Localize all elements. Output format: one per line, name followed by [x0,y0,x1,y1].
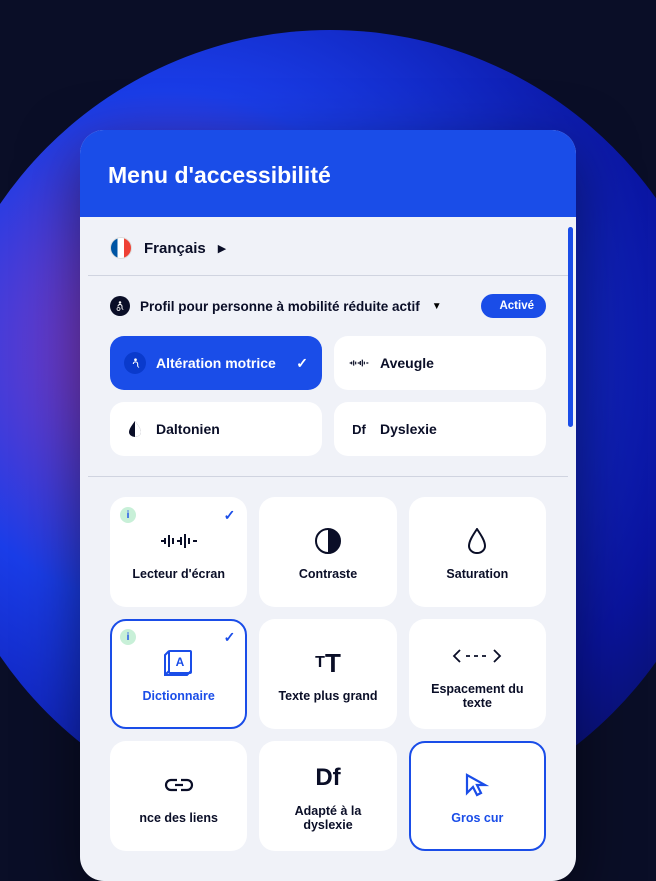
scrollbar[interactable] [568,227,573,427]
svg-text:A: A [175,655,184,669]
feature-bigger-text[interactable]: TT Texte plus grand [259,619,396,729]
card-label: Dictionnaire [143,689,215,703]
card-label: Adapté à la dyslexie [269,804,386,832]
df-icon: Df [315,762,340,794]
profile-pill-label: Aveugle [380,355,434,371]
accessibility-icon [110,296,130,316]
profile-pill-label: Dyslexie [380,421,437,437]
drop-icon [467,525,487,557]
toggle-label: Activé [499,300,534,312]
feature-dictionary[interactable]: i ✓ A Dictionnaire [110,619,247,729]
card-label: Lecteur d'écran [132,567,225,581]
card-label: Espacement du texte [419,682,536,710]
feature-contrast[interactable]: Contraste [259,497,396,607]
profile-blind[interactable]: Aveugle [334,336,546,390]
profile-pill-label: Daltonien [156,421,220,437]
feature-dyslexia-friendly[interactable]: Df Adapté à la dyslexie [259,741,396,851]
flag-france-icon [110,237,132,259]
card-label: nce des liens [139,811,218,825]
profile-pill-label: Altération motrice [156,355,276,371]
text-size-icon: TT [315,647,341,679]
language-selector[interactable]: Français ▶ [88,217,568,276]
card-label: Gros cur [451,811,503,825]
feature-screen-reader[interactable]: i ✓ Lecteur d'écran [110,497,247,607]
panel-content: Français ▶ Profil pour personne à mobili… [80,217,576,881]
check-icon: ✓ [224,629,236,646]
profile-dropdown[interactable]: Profil pour personne à mobilité réduite … [110,296,442,316]
card-label: Texte plus grand [278,689,377,703]
profile-dyslexia[interactable]: Df Dyslexie [334,402,546,456]
profile-label: Profil pour personne à mobilité réduite … [140,299,420,314]
card-label: Contraste [299,567,357,581]
profile-colorblind[interactable]: Daltonien [110,402,322,456]
panel-header: Menu d'accessibilité [80,130,576,217]
chevron-right-icon: ▶ [218,242,226,255]
link-icon [163,769,195,801]
language-label: Français [144,240,206,257]
drop-icon [124,418,146,440]
text-spacing-icon [452,640,502,672]
accessibility-icon [124,352,146,374]
contrast-icon [315,525,341,557]
feature-big-cursor[interactable]: Gros cur [409,741,546,851]
chevron-down-icon: ▼ [432,301,442,312]
profiles-grid: Altération motrice ✓ Aveugle Daltonien D… [88,332,568,477]
feature-saturation[interactable]: Saturation [409,497,546,607]
dictionary-icon: A [163,647,195,679]
profile-motor-impaired[interactable]: Altération motrice ✓ [110,336,322,390]
check-icon: ✓ [224,507,236,524]
soundwave-icon [348,352,370,374]
soundwave-icon [159,525,199,557]
info-icon: i [120,629,136,645]
check-icon: ✓ [296,355,308,372]
feature-text-spacing[interactable]: Espacement du texte [409,619,546,729]
profile-toggle[interactable]: Activé [481,294,546,318]
cursor-icon [463,769,491,801]
feature-highlight-links[interactable]: nce des liens [110,741,247,851]
accessibility-panel: Menu d'accessibilité Français ▶ Profil p… [80,130,576,881]
panel-title: Menu d'accessibilité [108,162,548,189]
df-icon: Df [348,418,370,440]
features-grid: i ✓ Lecteur d'écran Contraste Saturation [88,477,568,861]
info-icon: i [120,507,136,523]
card-label: Saturation [446,567,508,581]
active-profile-row: Profil pour personne à mobilité réduite … [88,276,568,332]
